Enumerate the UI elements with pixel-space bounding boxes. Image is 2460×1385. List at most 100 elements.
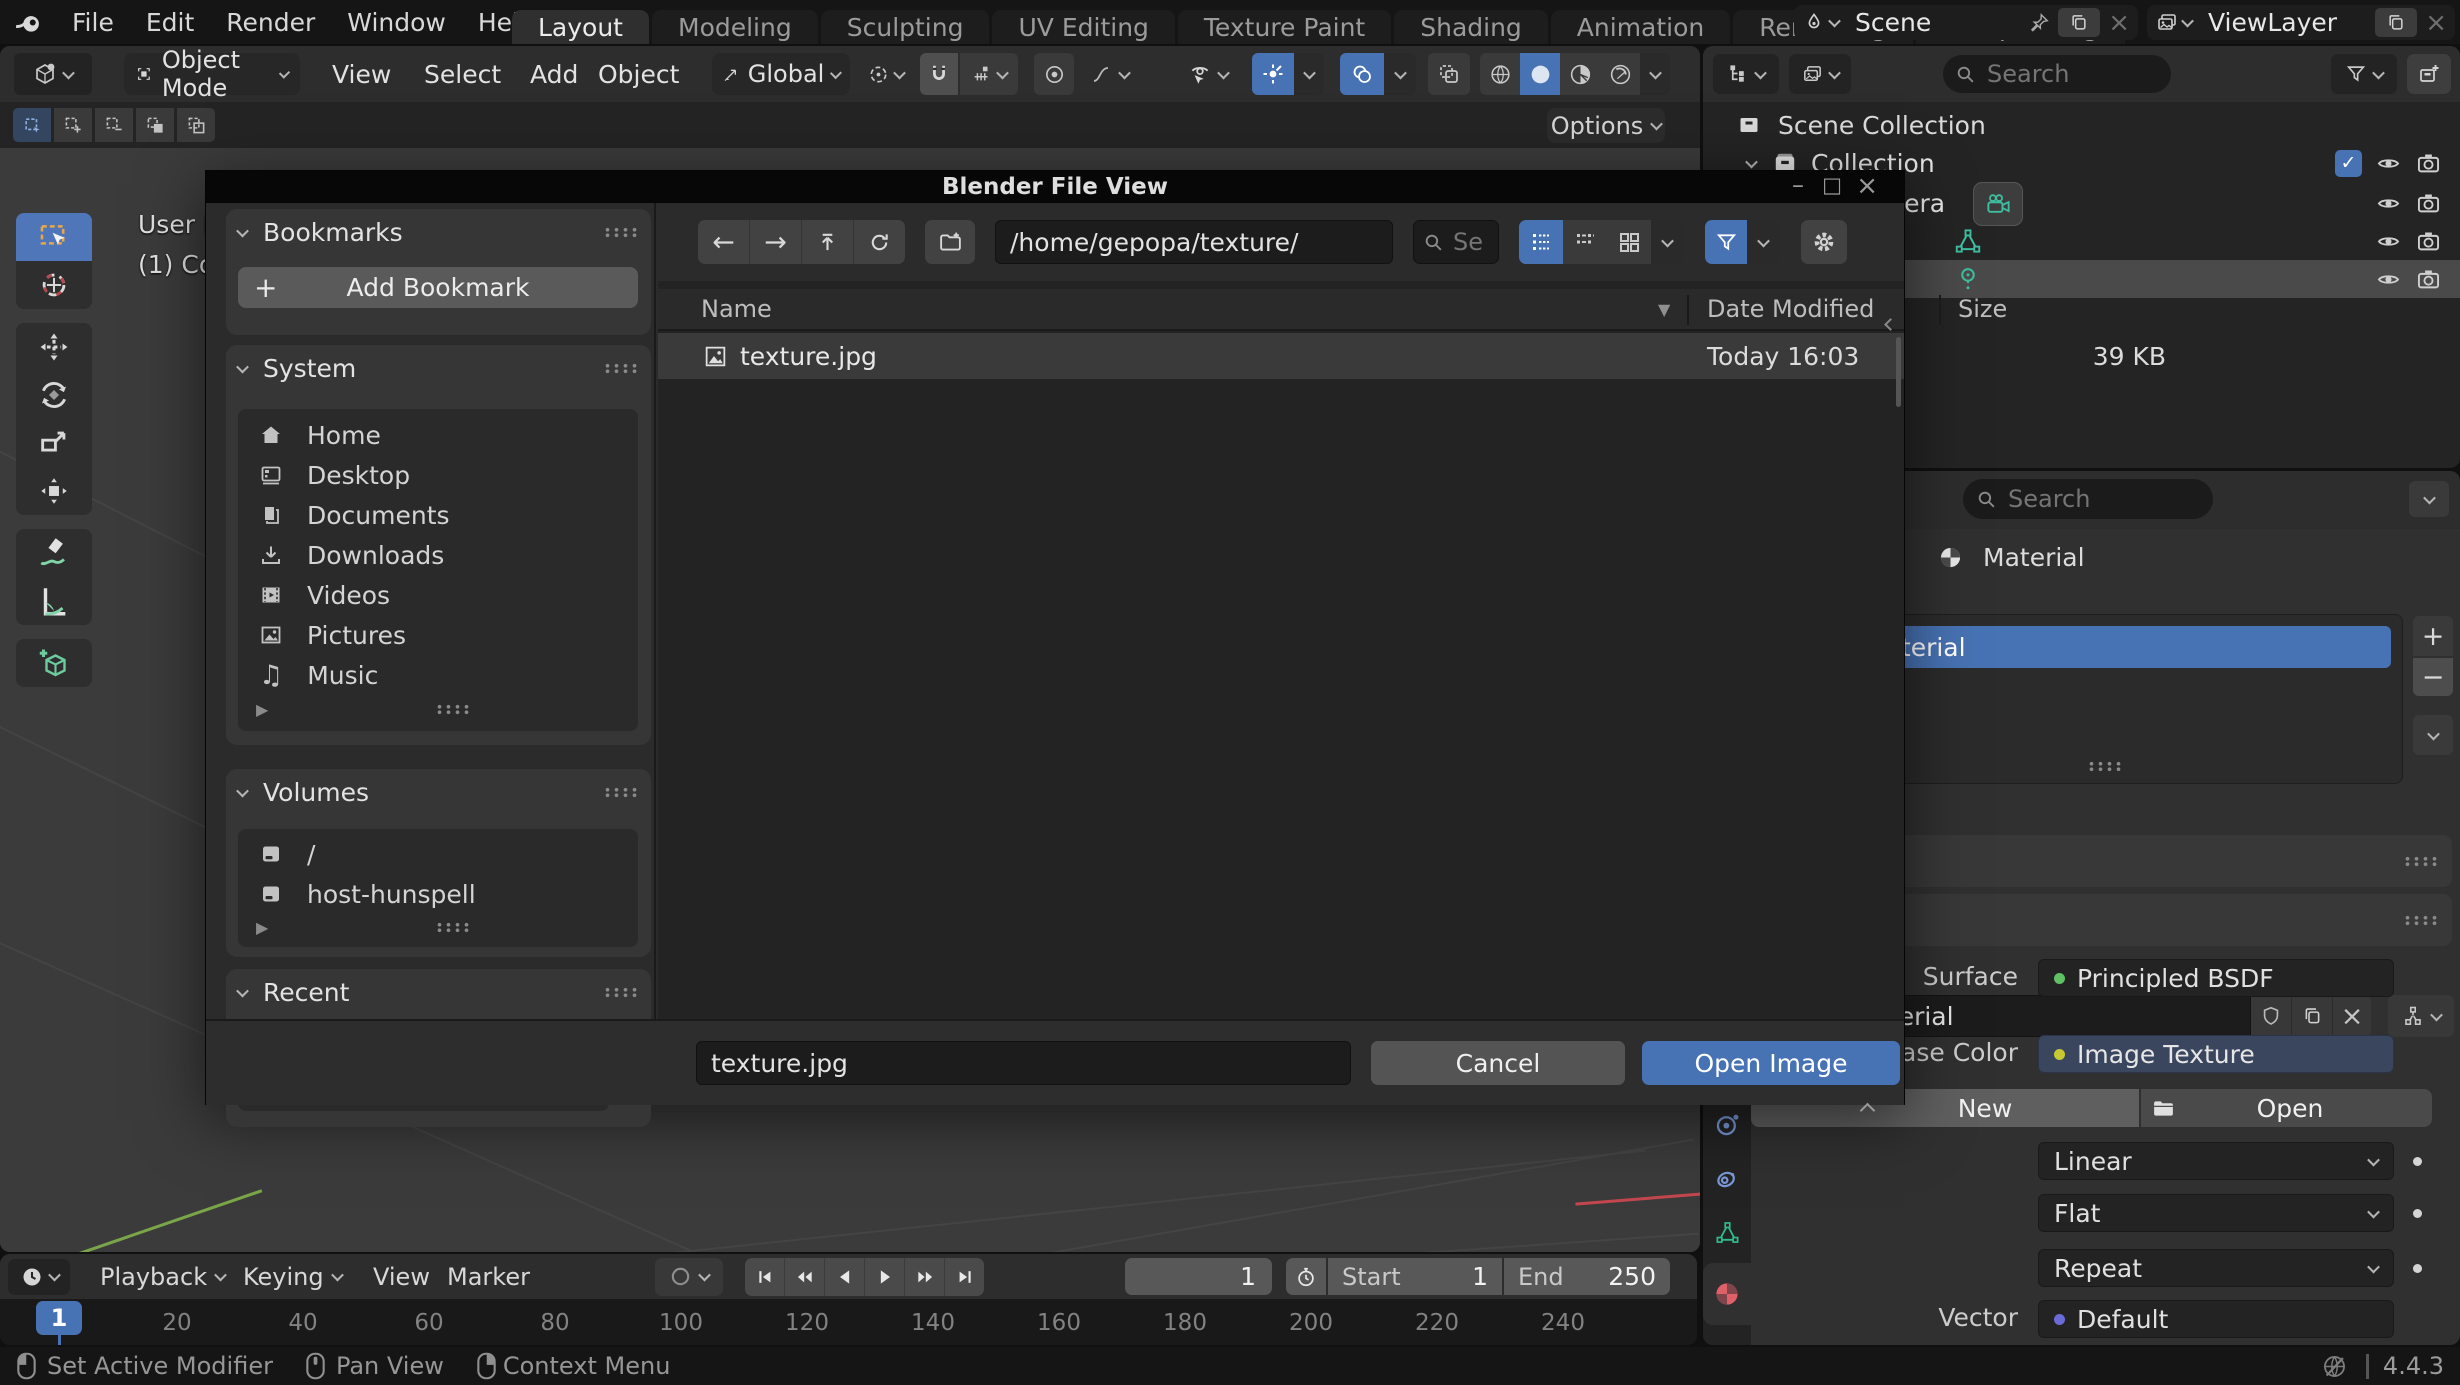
file-list-scrollbar[interactable]	[1896, 337, 1901, 407]
remove-slot-button[interactable]: −	[2413, 658, 2453, 696]
filter-toggle-button[interactable]	[1705, 220, 1747, 264]
bookmarks-collapse-icon[interactable]	[236, 224, 249, 237]
volumes-inner-grip[interactable]	[435, 922, 471, 933]
outliner-row-scene-collection[interactable]: Scene Collection	[1703, 106, 2460, 144]
camera-data-icon[interactable]	[1973, 182, 2023, 226]
slot-specials-dropdown[interactable]	[2413, 715, 2453, 755]
timeline-ruler[interactable]: 20 40 60 80 100 120 140 160 180 200 220 …	[0, 1299, 1697, 1345]
properties-search-input[interactable]	[2006, 484, 2170, 514]
shading-rendered-button[interactable]	[1600, 53, 1640, 95]
material-tab-active[interactable]	[1703, 1263, 1751, 1325]
new-collection-button[interactable]	[2407, 54, 2451, 94]
light-render-icon[interactable]	[2415, 266, 2442, 293]
sidebar-item-pictures[interactable]: Pictures	[238, 615, 638, 655]
sidebar-item-downloads[interactable]: Downloads	[238, 535, 638, 575]
refresh-button[interactable]	[853, 220, 905, 264]
system-collapse-icon[interactable]	[236, 360, 249, 373]
open-image-button[interactable]: Open Image	[1642, 1041, 1900, 1085]
shading-wireframe-button[interactable]	[1480, 53, 1520, 95]
mode-selector[interactable]: Object Mode	[124, 53, 300, 95]
select-mode-invert-button[interactable]	[136, 108, 174, 142]
extension-dropdown[interactable]: Repeat	[2038, 1249, 2394, 1287]
select-mode-set-button[interactable]	[13, 108, 51, 142]
sidebar-item-videos[interactable]: Videos	[238, 575, 638, 615]
create-directory-button[interactable]	[925, 220, 975, 264]
tool-add-cube[interactable]	[16, 639, 92, 687]
add-slot-button[interactable]: +	[2413, 616, 2453, 656]
use-preview-range-button[interactable]	[1286, 1258, 1326, 1295]
interpolation-anim-dot[interactable]	[2413, 1157, 2422, 1166]
light-hide-eye-icon[interactable]	[2375, 266, 2402, 293]
tool-transform[interactable]	[16, 467, 92, 515]
playhead[interactable]: 1	[36, 1301, 82, 1345]
system-grip[interactable]	[603, 363, 639, 374]
region-expand-chevron[interactable]	[1862, 1093, 1873, 1122]
next-keyframe-button[interactable]	[904, 1258, 944, 1296]
unlink-scene-icon[interactable]: ×	[2108, 8, 2130, 38]
timeline-editor-type-button[interactable]	[8, 1259, 70, 1295]
outliner-editor-type-button[interactable]	[1713, 54, 1779, 94]
display-list-horizontal-button[interactable]	[1563, 220, 1607, 264]
system-inner-grip[interactable]	[435, 704, 471, 715]
minimize-icon[interactable]: –	[1792, 171, 1804, 199]
end-frame-field[interactable]: End 250	[1504, 1258, 1670, 1295]
dialog-title-bar[interactable]: Blender File View – □ ×	[206, 171, 1904, 203]
collection-hide-eye-icon[interactable]	[2375, 150, 2402, 177]
base-color-value-button[interactable]: Image Texture	[2038, 1035, 2394, 1073]
workspace-tab-sculpting[interactable]: Sculpting	[821, 10, 990, 44]
snap-with-button[interactable]	[960, 53, 1018, 95]
shading-solid-button[interactable]	[1520, 53, 1560, 95]
properties-options-dropdown[interactable]	[2409, 481, 2449, 517]
duplicate-material-button[interactable]	[2291, 995, 2332, 1037]
region-toggle-arrow[interactable]	[1886, 306, 1895, 335]
back-button[interactable]: ←	[698, 220, 749, 264]
workspace-tab-modeling[interactable]: Modeling	[652, 10, 818, 44]
bookmarks-grip[interactable]	[603, 227, 639, 238]
menu-file[interactable]: File	[56, 8, 130, 37]
editor-type-button[interactable]	[14, 53, 92, 95]
menu-window[interactable]: Window	[331, 8, 462, 37]
forward-button[interactable]: →	[749, 220, 801, 264]
close-icon[interactable]: ×	[1856, 171, 1878, 201]
outliner-search-input[interactable]	[1985, 59, 2139, 89]
menu-render[interactable]: Render	[210, 8, 331, 37]
snap-toggle-button[interactable]	[920, 53, 958, 95]
tool-measure[interactable]	[16, 577, 92, 625]
visibility-dropdown[interactable]	[1176, 53, 1238, 95]
viewport-menu-add[interactable]: Add	[530, 60, 578, 89]
nodetree-button[interactable]	[2388, 995, 2454, 1037]
camera-render-icon[interactable]	[2415, 190, 2442, 217]
sidebar-item-music[interactable]: ♫Music	[238, 655, 638, 695]
unlink-material-button[interactable]: ×	[2332, 995, 2371, 1037]
settings-gear-button[interactable]	[1801, 220, 1847, 264]
workspace-tab-uv-editing[interactable]: UV Editing	[992, 10, 1174, 44]
mesh-hide-eye-icon[interactable]	[2375, 228, 2402, 255]
column-size[interactable]: Size	[1958, 295, 2007, 323]
system-resize-triangle[interactable]: ▶	[256, 700, 268, 719]
physics-tab-icon[interactable]	[1714, 1111, 1741, 1138]
sidebar-item-root-volume[interactable]: /	[238, 834, 638, 874]
volumes-resize-triangle[interactable]: ▶	[256, 918, 268, 937]
filename-input[interactable]	[696, 1041, 1351, 1085]
interpolation-dropdown[interactable]: Linear	[2038, 1142, 2394, 1180]
overlays-dropdown[interactable]	[1340, 53, 1416, 95]
mesh-render-icon[interactable]	[2415, 228, 2442, 255]
tool-annotate[interactable]	[16, 529, 92, 577]
workspace-tab-layout[interactable]: Layout	[512, 10, 649, 44]
timeline-menu-playback[interactable]: Playback	[100, 1263, 225, 1291]
tool-scale[interactable]	[16, 419, 92, 467]
filter-dropdown[interactable]	[1747, 220, 1779, 264]
pin-icon[interactable]	[2028, 12, 2050, 34]
recent-grip[interactable]	[603, 987, 639, 998]
tool-cursor[interactable]	[16, 261, 92, 309]
extension-anim-dot[interactable]	[2413, 1264, 2422, 1273]
collection-checkbox[interactable]: ✓	[2335, 150, 2362, 177]
constraints-tab-icon[interactable]	[1714, 1165, 1741, 1192]
outliner-display-mode-button[interactable]	[1789, 54, 1851, 94]
timeline-menu-keying[interactable]: Keying	[243, 1263, 342, 1291]
viewport-menu-select[interactable]: Select	[424, 60, 501, 89]
cancel-button[interactable]: Cancel	[1371, 1041, 1625, 1085]
workspace-tab-texture-paint[interactable]: Texture Paint	[1178, 10, 1391, 44]
start-frame-field[interactable]: Start 1	[1328, 1258, 1502, 1295]
sidebar-item-host-hunspell[interactable]: host-hunspell	[238, 874, 638, 914]
